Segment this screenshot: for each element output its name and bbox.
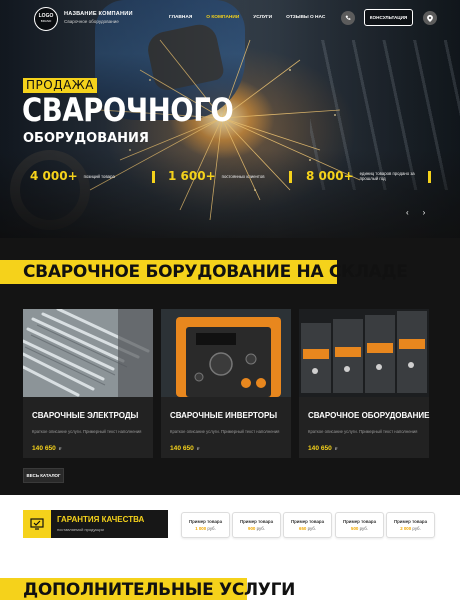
- product-card[interactable]: Сварочное оборудование Краткое описание …: [299, 309, 430, 458]
- stat-label: постоянных клиентов: [221, 173, 265, 179]
- catalog-section-title: СВАРОЧНОЕ БОРУДОВАНИЕ НА СКЛАДЕ: [0, 260, 408, 284]
- hero-title-line3: ОБОРУДОВАНИЯ: [23, 131, 149, 146]
- hero-slider-arrows: ‹ ›: [406, 208, 425, 217]
- stat-value: 4 000+: [30, 169, 78, 183]
- welding-equipment-image: [299, 309, 429, 397]
- nav-item-reviews[interactable]: Отзывы о нас: [286, 15, 325, 20]
- company-subtitle: Сварочное оборудование: [64, 19, 119, 24]
- price-tile[interactable]: Пример товара 900 руб.: [232, 512, 281, 538]
- price-tile[interactable]: Пример товара 500 руб.: [335, 512, 384, 538]
- tile-price: 900 руб.: [233, 526, 280, 531]
- tile-price: 2 000 руб.: [387, 526, 434, 531]
- tile-name: Пример товара: [188, 519, 223, 524]
- price-currency: ₽: [196, 446, 200, 451]
- company-name: НАЗВАНИЕ КОМПАНИИ: [64, 11, 133, 17]
- hero-stat: 1 600+ постоянных клиентов: [168, 169, 265, 183]
- card-price: 140 650 ₽: [170, 445, 291, 452]
- tile-price-unit: руб.: [307, 526, 316, 531]
- services-section-title: ДОПОЛНИТЕЛЬНЫЕ УСЛУГИ: [0, 578, 295, 600]
- tile-price: 500 руб.: [336, 526, 383, 531]
- guarantee-subtitle: поставляемой продукции: [57, 527, 104, 532]
- guarantee-block: ГАРАНТИЯ КАЧЕСТВА поставляемой продукции: [23, 510, 168, 538]
- stat-divider: [289, 171, 292, 183]
- quality-monitor-icon: [23, 510, 51, 538]
- card-title: Сварочное оборудование: [308, 411, 430, 420]
- card-title: Сварочные электроды: [32, 411, 139, 420]
- hero-stat: 8 000+ единиц товаров продано за прошлый…: [306, 169, 430, 183]
- tile-price: 1 000 руб.: [182, 526, 229, 531]
- tile-price-value: 2 000: [400, 526, 412, 531]
- all-catalog-button[interactable]: Весь каталог: [23, 468, 64, 483]
- stat-divider: [152, 171, 155, 183]
- tile-name: Пример товара: [342, 519, 377, 524]
- nav-item-home[interactable]: Главная: [169, 15, 192, 20]
- price-value: 140 650: [32, 445, 56, 452]
- stat-divider: [428, 171, 431, 183]
- card-price: 140 650 ₽: [32, 445, 153, 452]
- hero-title-line2: СВАРОЧНОГО: [22, 91, 234, 129]
- price-tile[interactable]: Пример товара 2 000 руб.: [386, 512, 435, 538]
- site-header: LOGO BRAND НАЗВАНИЕ КОМПАНИИ Сварочное о…: [0, 0, 460, 38]
- tile-name: Пример товара: [239, 519, 274, 524]
- tile-price-value: 1 000: [195, 526, 207, 531]
- tile-price-unit: руб.: [412, 526, 421, 531]
- inverter-image: [161, 309, 291, 397]
- card-price: 140 650 ₽: [308, 445, 429, 452]
- nav-item-services[interactable]: Услуги: [253, 15, 272, 20]
- company-block: НАЗВАНИЕ КОМПАНИИ Сварочное оборудование: [64, 11, 133, 24]
- nav-item-about[interactable]: О компании: [206, 15, 239, 20]
- card-title: Сварочные инверторы: [170, 411, 278, 420]
- price-value: 140 650: [170, 445, 194, 452]
- guarantee-title: ГАРАНТИЯ КАЧЕСТВА: [57, 515, 145, 524]
- prev-arrow-icon[interactable]: ‹: [406, 208, 409, 217]
- stat-label: позиций товара: [83, 173, 115, 179]
- tile-price-value: 900: [248, 526, 256, 531]
- card-desc: Краткое описание услуги. Примерный текст…: [170, 429, 280, 434]
- product-card[interactable]: Сварочные инверторы Краткое описание усл…: [161, 309, 291, 458]
- location-pin-icon[interactable]: [423, 11, 437, 25]
- electrodes-image: [21, 307, 153, 397]
- tile-price-unit: руб.: [256, 526, 265, 531]
- card-desc: Краткое описание услуги. Примерный текст…: [308, 429, 418, 434]
- stat-label: единиц товаров продано за прошлый год: [359, 171, 415, 181]
- phone-icon[interactable]: [341, 11, 355, 25]
- tile-price: 650 руб.: [284, 526, 331, 531]
- tile-name: Пример товара: [290, 519, 325, 524]
- hero-stat: 4 000+ позиций товара: [30, 169, 115, 183]
- logo[interactable]: LOGO BRAND: [34, 7, 58, 31]
- stat-value: 1 600+: [168, 169, 216, 183]
- main-nav: Главная О компании Услуги Отзывы о нас: [169, 15, 325, 20]
- price-currency: ₽: [58, 446, 62, 451]
- tile-price-value: 650: [299, 526, 307, 531]
- consult-button[interactable]: Консультация: [364, 9, 413, 26]
- tile-price-unit: руб.: [359, 526, 368, 531]
- price-tile[interactable]: Пример товара 650 руб.: [283, 512, 332, 538]
- card-desc: Краткое описание услуги. Примерный текст…: [32, 429, 142, 434]
- stat-value: 8 000+: [306, 169, 354, 183]
- price-currency: ₽: [334, 446, 338, 451]
- price-tile[interactable]: Пример товара 1 000 руб.: [181, 512, 230, 538]
- tile-name: Пример товара: [393, 519, 428, 524]
- price-value: 140 650: [308, 445, 332, 452]
- next-arrow-icon[interactable]: ›: [423, 208, 426, 217]
- logo-text-bottom: BRAND: [40, 19, 52, 23]
- tile-price-unit: руб.: [207, 526, 216, 531]
- tile-price-value: 500: [351, 526, 359, 531]
- product-card[interactable]: Сварочные электроды Краткое описание усл…: [21, 307, 153, 458]
